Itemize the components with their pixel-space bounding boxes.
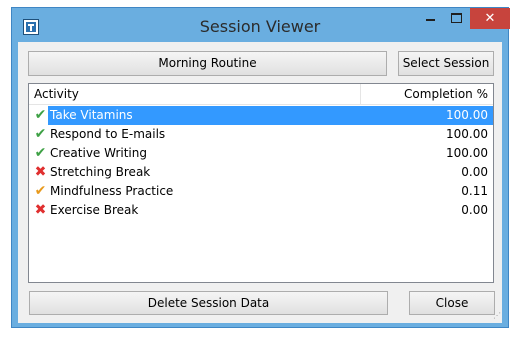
activity-name: Creative Writing — [50, 146, 147, 160]
list-header: Activity Completion % — [29, 84, 493, 105]
table-row[interactable]: ✔ Creative Writing 100.00 — [29, 144, 493, 163]
maximize-icon — [451, 13, 462, 23]
activity-rows: ✔ Take Vitamins 100.00 ✔ Respond to E-mails 1… — [29, 106, 493, 220]
activity-name: Mindfulness Practice — [50, 184, 174, 198]
table-row[interactable]: ✔ Mindfulness Practice 0.11 — [29, 182, 493, 201]
activity-name: Stretching Break — [50, 165, 151, 179]
delete-session-data-button[interactable]: Delete Session Data — [29, 291, 388, 315]
session-viewer-window: Session Viewer ✕ Morning Routine Select … — [11, 7, 510, 328]
maximize-button[interactable] — [443, 8, 469, 29]
table-row[interactable]: ✔ Take Vitamins 100.00 — [29, 106, 493, 125]
client-area: Morning Routine Select Session Activity … — [18, 42, 502, 323]
resize-grip-icon[interactable]: ⋰ — [493, 311, 503, 321]
title-bar[interactable]: Session Viewer ✕ — [12, 8, 510, 42]
session-name-button[interactable]: Morning Routine — [28, 51, 387, 76]
table-row[interactable]: ✔ Respond to E-mails 100.00 — [29, 125, 493, 144]
completion-value: 100.00 — [446, 146, 488, 160]
completion-value: 0.00 — [461, 165, 488, 179]
activity-name: Exercise Break — [50, 203, 139, 217]
column-header-completion[interactable]: Completion % — [361, 84, 488, 104]
activity-name: Take Vitamins — [48, 106, 365, 125]
completion-value: 100.00 — [362, 106, 493, 125]
close-window-button[interactable]: ✕ — [470, 8, 510, 29]
table-row[interactable]: ✖ Exercise Break 0.00 — [29, 201, 493, 220]
minimize-icon — [426, 19, 435, 21]
activity-list[interactable]: Activity Completion % ✔ Take Vitamins 100.… — [28, 83, 494, 283]
select-session-button[interactable]: Select Session — [398, 51, 494, 76]
close-icon: ✕ — [484, 11, 496, 26]
cross-icon: ✖ — [34, 164, 47, 180]
partial-check-icon: ✔ — [34, 183, 47, 199]
column-header-activity[interactable]: Activity — [34, 84, 354, 104]
close-button[interactable]: Close — [409, 291, 495, 315]
minimize-button[interactable] — [417, 8, 443, 29]
completion-value: 0.11 — [461, 184, 488, 198]
check-icon: ✔ — [34, 126, 47, 142]
completion-value: 100.00 — [446, 127, 488, 141]
completion-value: 0.00 — [461, 203, 488, 217]
check-icon: ✔ — [34, 145, 47, 161]
activity-name: Respond to E-mails — [50, 127, 166, 141]
cross-icon: ✖ — [34, 202, 47, 218]
check-icon: ✔ — [34, 107, 47, 123]
table-row[interactable]: ✖ Stretching Break 0.00 — [29, 163, 493, 182]
